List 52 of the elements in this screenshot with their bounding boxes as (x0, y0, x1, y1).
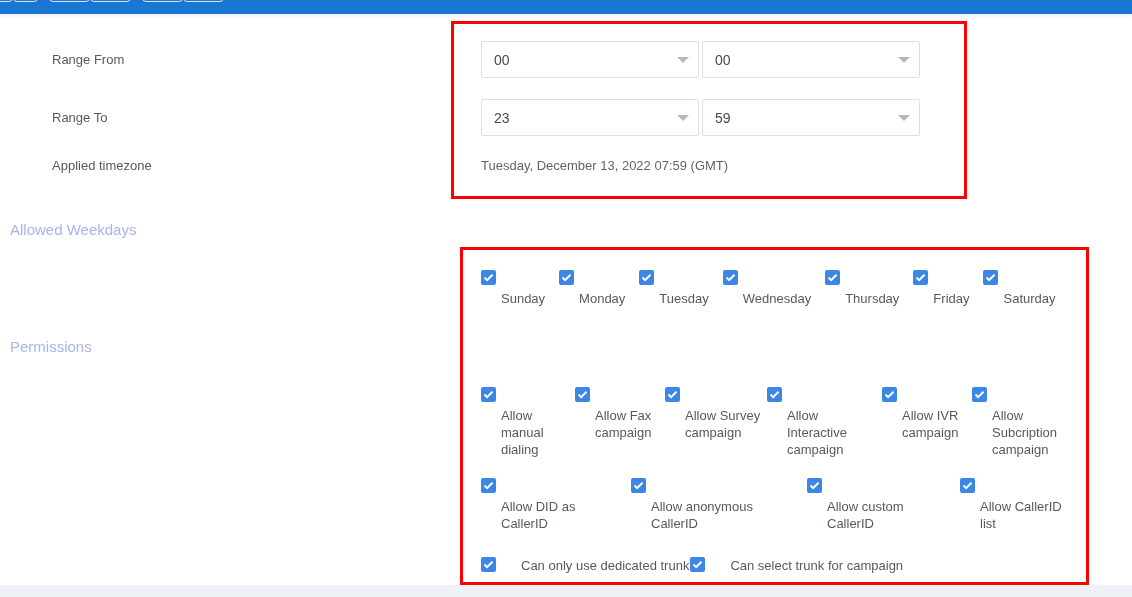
caret-icon (677, 56, 689, 63)
section-title: Permissions (9, 339, 93, 355)
checkbox-label: Monday (579, 290, 626, 307)
checkbox-label: Allow Interactive campaign (787, 407, 848, 458)
checkbox[interactable] (481, 556, 496, 572)
checkbox[interactable] (913, 270, 929, 285)
checkbox-label: Thursday (845, 290, 900, 307)
caret-icon (898, 56, 910, 63)
minute-select[interactable]: 59 (702, 99, 920, 136)
checkbox[interactable] (481, 387, 496, 402)
checkbox[interactable] (972, 387, 987, 402)
checkbox[interactable] (690, 556, 706, 572)
checkbox-label: Allow CallerID list (980, 498, 1063, 532)
checkbox[interactable] (722, 270, 738, 285)
checkbox[interactable] (575, 387, 590, 402)
checkbox[interactable] (481, 270, 496, 285)
checkbox-label: Saturday (1003, 290, 1056, 307)
checkbox-label: Allow Survey campaign (685, 407, 762, 441)
checkbox[interactable] (767, 387, 782, 402)
checkbox[interactable] (481, 478, 496, 493)
checkbox-label: Can only use dedicated trunk (521, 557, 690, 574)
field-label: Range From (51, 52, 126, 67)
section-title: Allowed Weekdays (9, 222, 138, 238)
field-label: Applied timezone (51, 157, 153, 173)
checkbox[interactable] (882, 387, 897, 402)
checkbox[interactable] (960, 478, 975, 493)
checkbox[interactable] (983, 270, 999, 285)
checkbox-label: Allow anonymous CallerID (651, 498, 754, 532)
checkbox-label: Allow DID as CallerID (501, 498, 577, 532)
checkbox-label: Friday (933, 290, 970, 307)
checkbox-label: Allow IVR campaign (902, 407, 960, 441)
checkbox[interactable] (825, 270, 841, 285)
field-label: Range To (51, 110, 109, 125)
checkbox[interactable] (559, 270, 575, 285)
checkbox-label: Tuesday (659, 290, 709, 307)
caret-icon (677, 114, 689, 121)
checkbox[interactable] (665, 387, 680, 402)
checkbox[interactable] (639, 270, 655, 285)
caret-icon (898, 114, 910, 121)
hour-select[interactable]: 00 (481, 41, 699, 78)
checkbox-label: Allow manual dialing (501, 407, 545, 458)
checkbox-label: Allow Fax campaign (595, 407, 653, 441)
minute-select[interactable]: 00 (702, 41, 920, 78)
checkbox-label: Can select trunk for campaign (730, 557, 904, 574)
checkbox-label: Allow Subcription campaign (992, 407, 1059, 458)
checkbox-label: Sunday (501, 290, 546, 307)
checkbox-label: Allow custom CallerID (827, 498, 905, 532)
hour-select[interactable]: 23 (481, 99, 699, 136)
checkbox[interactable] (631, 478, 646, 493)
timezone-value: Tuesday, December 13, 2022 07:59 (GMT) (481, 157, 729, 173)
checkbox[interactable] (807, 478, 822, 493)
checkbox-label: Wednesday (742, 290, 812, 307)
